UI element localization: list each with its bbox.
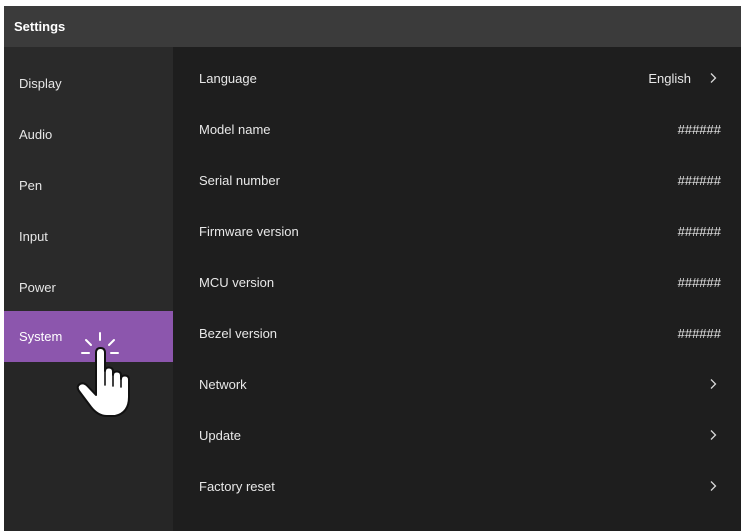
firmware-version-row: Firmware version ###### <box>173 206 741 257</box>
sidebar-item-power[interactable]: Power <box>4 262 173 313</box>
mcu-version-row: MCU version ###### <box>173 257 741 308</box>
settings-window: Settings Display Audio Pen Input Power S… <box>4 6 741 531</box>
chevron-right-icon <box>710 73 717 83</box>
network-label: Network <box>199 377 247 392</box>
model-name-label: Model name <box>199 122 271 137</box>
language-row[interactable]: Language English <box>173 53 741 104</box>
update-label: Update <box>199 428 241 443</box>
language-label: Language <box>199 71 257 86</box>
settings-sidebar: Display Audio Pen Input Power System <box>4 47 173 531</box>
language-value: English <box>648 71 691 86</box>
bezel-version-value: ###### <box>677 326 721 341</box>
chevron-right-icon <box>710 379 717 389</box>
serial-number-value: ###### <box>677 173 721 188</box>
firmware-version-label: Firmware version <box>199 224 299 239</box>
sidebar-item-pen[interactable]: Pen <box>4 160 173 211</box>
sidebar-item-input[interactable]: Input <box>4 211 173 262</box>
serial-number-row: Serial number ###### <box>173 155 741 206</box>
window-title: Settings <box>4 6 741 47</box>
chevron-right-icon <box>710 481 717 491</box>
factory-reset-row[interactable]: Factory reset <box>173 461 741 512</box>
mcu-version-label: MCU version <box>199 275 275 290</box>
bezel-version-row: Bezel version ###### <box>173 308 741 359</box>
system-settings-panel: Language English Model name ###### Seria… <box>173 47 741 531</box>
firmware-version-value: ###### <box>677 224 721 239</box>
tap-hand-icon <box>76 332 130 417</box>
model-name-row: Model name ###### <box>173 104 741 155</box>
mcu-version-value: ###### <box>677 275 721 290</box>
network-row[interactable]: Network <box>173 359 741 410</box>
model-name-value: ###### <box>677 122 721 137</box>
sidebar-item-display[interactable]: Display <box>4 58 173 109</box>
serial-number-label: Serial number <box>199 173 280 188</box>
bezel-version-label: Bezel version <box>199 326 278 341</box>
sidebar-item-audio[interactable]: Audio <box>4 109 173 160</box>
chevron-right-icon <box>710 430 717 440</box>
update-row[interactable]: Update <box>173 410 741 461</box>
factory-reset-label: Factory reset <box>199 479 275 494</box>
